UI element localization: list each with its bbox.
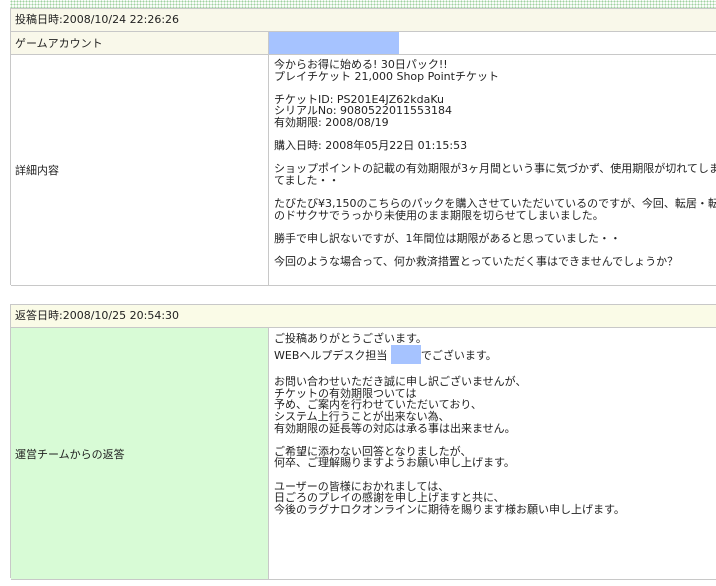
redacted-staff-name [390, 344, 421, 364]
reply-text-line: 有効期限の延長等の対応は承る事は出来ません。 [274, 421, 516, 435]
reply-desk-suffix: でございます。 [420, 348, 497, 362]
reply-date-value: 2008/10/25 20:54:30 [62, 309, 180, 322]
decorative-dot-border [10, 0, 716, 8]
reply-desk-prefix: WEBヘルプデスク担当 [274, 348, 388, 362]
reply-text-line: 日ごろのプレイの感謝を申し上げますと共に、 [274, 491, 505, 505]
reply-content: ご投稿ありがとうございます。 WEBヘルプデスク担当 でございます。 お問い合わ… [269, 328, 716, 579]
account-label: ゲームアカウント [11, 32, 269, 54]
redacted-account-name [269, 32, 399, 54]
details-row: 詳細内容 今からお得に始める! 30日パック!! プレイチケット 21,000 S… [11, 55, 716, 286]
details-text-line: 有効期限: 2008/08/19 [274, 115, 389, 129]
details-text-line: 勝手で申し訳ないですが、1年間位は期限があると思っていました・・ [274, 231, 621, 245]
reply-row: 運営チームからの返答 ご投稿ありがとうございます。 WEBヘルプデスク担当 でご… [11, 328, 716, 580]
reply-header: 返答日時:2008/10/25 20:54:30 [11, 305, 716, 328]
details-text-line: てました・・ [274, 173, 340, 187]
reply-text-line: システム上行うことが出来ない為、 [274, 409, 450, 423]
reply-team-label: 運営チームからの返答 [11, 328, 269, 579]
reply-thanks-line: ご投稿ありがとうございます。 [274, 332, 427, 345]
details-text-line: のドサクサでうっかり未使用のまま期限を切らせてしまいました。 [274, 208, 604, 222]
post-header: 投稿日時:2008/10/24 22:26:26 [11, 9, 716, 32]
post-date-label: 投稿日時: [15, 13, 63, 26]
details-text-line: 今回のような場合って、何か救済措置とっていただく事はできませんでしょうか？ [274, 255, 679, 269]
reply-text-line: 何卒、ご理解賜りますようお願い申し上げます。 [274, 456, 515, 470]
account-row: ゲームアカウント [11, 32, 716, 55]
post-section: 投稿日時:2008/10/24 22:26:26 ゲームアカウント 詳細内容 今… [10, 8, 716, 286]
details-text-line: ショップポイントの記載の有効期限が3ヶ月間という事に気づかず、使用期限が切れてし… [274, 162, 716, 176]
details-text-line: 今からお得に始める! 30日パック!! [274, 58, 448, 71]
details-content: 今からお得に始める! 30日パック!! プレイチケット 21,000 Shop P… [269, 55, 716, 285]
reply-text-line: 今後のラグナロクオンラインに期待を賜ります様お願い申し上げます。 [274, 502, 625, 516]
details-label: 詳細内容 [11, 55, 269, 285]
details-text-line: たびたび¥3,150のこちらのパックを購入させていただいているのですが、今回、転… [274, 197, 716, 211]
reply-section: 返答日時:2008/10/25 20:54:30 運営チームからの返答 ご投稿あ… [10, 304, 716, 580]
account-value [269, 32, 716, 54]
post-date-value: 2008/10/24 22:26:26 [62, 13, 180, 26]
details-text-line: 購入日時: 2008年05月22日 01:15:53 [274, 139, 468, 153]
details-text-line: プレイチケット 21,000 Shop Pointチケット [274, 69, 499, 83]
reply-desk-line: WEBヘルプデスク担当 でございます。 [274, 344, 716, 365]
reply-body: お問い合わせいただき誠に申し訳ございませんが、 チケットの有効期限ついては 予め、ご… [274, 365, 716, 516]
reply-date-label: 返答日時: [15, 309, 63, 322]
